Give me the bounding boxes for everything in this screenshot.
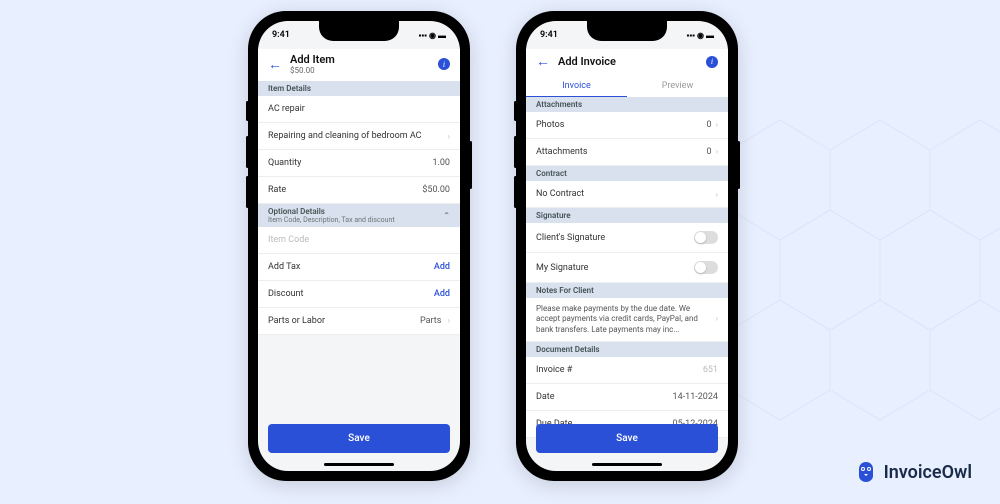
item-name: AC repair [268,104,305,114]
battery-icon: ▬ [706,31,714,40]
phone-add-item: 9:41 ▪▪▪ ◉ ▬ ← Add Item $50.00 i It [248,11,470,481]
attachments-count: 0 [707,147,712,157]
chevron-right-icon: › [716,190,718,199]
brand-logo: InvoiceOwl [854,460,972,484]
client-sig-toggle[interactable] [694,231,718,244]
item-code-row[interactable]: Item Code [258,227,460,254]
chevron-right-icon: › [448,132,450,141]
photos-count: 0 [707,120,712,130]
status-time: 9:41 [272,30,290,40]
notes-text: Please make payments by the due date. We… [536,304,706,335]
section-optional-details[interactable]: Optional Details Item Code, Description,… [258,204,460,227]
tab-invoice[interactable]: Invoice [526,76,627,97]
rate-value: $50.00 [422,185,450,195]
tab-preview[interactable]: Preview [627,76,728,97]
chevron-right-icon: › [716,120,718,129]
invoice-number-row[interactable]: Invoice # 651 [526,357,728,384]
optional-subtitle: Item Code, Description, Tax and discount [268,216,395,224]
info-icon[interactable]: i [438,58,450,70]
photos-row[interactable]: Photos 0 › [526,112,728,139]
discount-row[interactable]: Discount Add [258,281,460,308]
notes-row[interactable]: Please make payments by the due date. We… [526,298,728,342]
section-notes: Notes For Client [526,283,728,298]
chevron-right-icon: › [716,147,718,156]
parts-label: Parts or Labor [268,316,325,326]
tax-label: Add Tax [268,262,300,272]
my-sig-toggle[interactable] [694,261,718,274]
invoice-num-value: 651 [703,365,718,375]
page-title: Add Item [290,53,430,66]
back-arrow-icon[interactable]: ← [536,53,550,70]
save-button[interactable]: Save [536,424,718,453]
rate-row[interactable]: Rate $50.00 [258,177,460,204]
brand-text: InvoiceOwl [884,462,972,483]
wifi-icon: ◉ [429,31,436,40]
photos-label: Photos [536,120,564,130]
quantity-label: Quantity [268,158,301,168]
quantity-value: 1.00 [432,158,450,168]
tax-add-link[interactable]: Add [434,262,450,272]
attachments-label: Attachments [536,147,587,157]
my-sig-label: My Signature [536,263,588,273]
item-desc-row[interactable]: Repairing and cleaning of bedroom AC › [258,123,460,150]
phone-add-invoice: 9:41 ▪▪▪ ◉ ▬ ← Add Invoice i Invoice [516,11,738,481]
invoice-num-label: Invoice # [536,365,572,375]
date-row[interactable]: Date 14-11-2024 [526,384,728,411]
item-desc: Repairing and cleaning of bedroom AC [268,131,422,141]
my-signature-row: My Signature [526,253,728,283]
parts-value: Parts [420,316,441,326]
section-signature: Signature [526,208,728,223]
date-label: Date [536,392,555,402]
parts-labor-row[interactable]: Parts or Labor Parts › [258,308,460,335]
signal-icon: ▪▪▪ [419,31,428,40]
save-button[interactable]: Save [268,424,450,453]
page-title: Add Invoice [558,55,698,68]
client-signature-row: Client's Signature [526,223,728,253]
quantity-row[interactable]: Quantity 1.00 [258,150,460,177]
nav-header: ← Add Item $50.00 i [258,49,460,81]
nav-header: ← Add Invoice i [526,49,728,76]
home-indicator [324,463,394,466]
date-value: 14-11-2024 [673,392,718,402]
status-time: 9:41 [540,30,558,40]
optional-title: Optional Details [268,207,395,216]
section-attachments: Attachments [526,97,728,112]
tabs: Invoice Preview [526,76,728,97]
contract-label: No Contract [536,189,584,199]
section-document-details: Document Details [526,342,728,357]
owl-icon [854,460,878,484]
contract-row[interactable]: No Contract › [526,181,728,208]
chevron-up-icon: ⌃ [443,211,450,220]
info-icon[interactable]: i [706,56,718,68]
back-arrow-icon[interactable]: ← [268,56,282,73]
signal-icon: ▪▪▪ [687,31,696,40]
item-code-placeholder: Item Code [268,235,309,245]
rate-label: Rate [268,185,286,195]
battery-icon: ▬ [438,31,446,40]
section-contract: Contract [526,166,728,181]
chevron-right-icon: › [448,316,450,325]
item-name-row[interactable]: AC repair [258,96,460,123]
section-item-details: Item Details [258,81,460,96]
wifi-icon: ◉ [697,31,704,40]
page-subtitle: $50.00 [290,66,430,75]
home-indicator [592,463,662,466]
discount-add-link[interactable]: Add [434,289,450,299]
client-sig-label: Client's Signature [536,233,605,243]
attachments-row[interactable]: Attachments 0 › [526,139,728,166]
discount-label: Discount [268,289,303,299]
chevron-right-icon: › [716,314,718,324]
add-tax-row[interactable]: Add Tax Add [258,254,460,281]
